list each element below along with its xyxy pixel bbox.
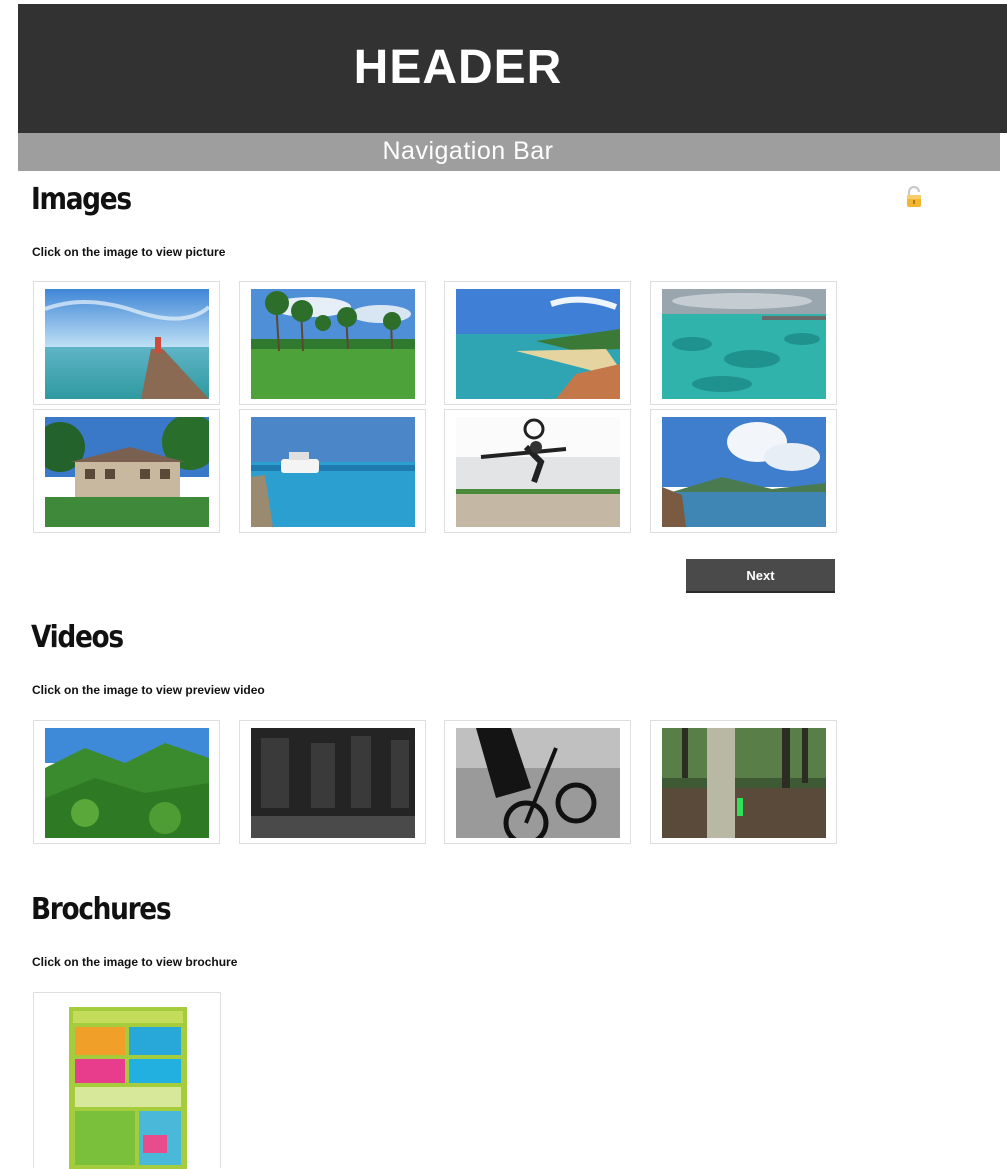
video-thumbnail-forest-hiker[interactable] (650, 720, 837, 844)
images-section-title: Images (31, 182, 132, 217)
image-thumbnail-palm-park[interactable] (239, 281, 426, 405)
brochure-thumbnail[interactable] (33, 992, 221, 1169)
image-thumbnail-pier[interactable] (33, 281, 220, 405)
video-thumbnail-dark-wall[interactable] (239, 720, 426, 844)
image-thumbnail-beach[interactable] (444, 281, 631, 405)
next-button[interactable]: Next (686, 559, 835, 593)
image-thumbnail-ferry[interactable] (239, 409, 426, 533)
video-thumbnail-bmx-rider[interactable] (444, 720, 631, 844)
brochures-section-hint: Click on the image to view brochure (32, 955, 238, 969)
header: HEADER (18, 4, 1007, 133)
image-thumbnail-reef[interactable] (650, 281, 837, 405)
image-thumbnail-bmx-jump[interactable] (444, 409, 631, 533)
videos-section-hint: Click on the image to view preview video (32, 683, 265, 697)
brochure-preview (69, 1007, 187, 1169)
navigation-bar-label: Navigation Bar (382, 137, 554, 165)
video-thumbnail-rainforest[interactable] (33, 720, 220, 844)
videos-section-title: Videos (31, 620, 124, 655)
header-title: HEADER (353, 41, 563, 94)
brochures-section-title: Brochures (31, 892, 172, 927)
image-thumbnail-house[interactable] (33, 409, 220, 533)
images-section-hint: Click on the image to view picture (32, 245, 226, 259)
navigation-bar[interactable]: Navigation Bar (18, 133, 1000, 171)
lock-icon[interactable] (905, 186, 923, 208)
image-thumbnail-clouds-lake[interactable] (650, 409, 837, 533)
